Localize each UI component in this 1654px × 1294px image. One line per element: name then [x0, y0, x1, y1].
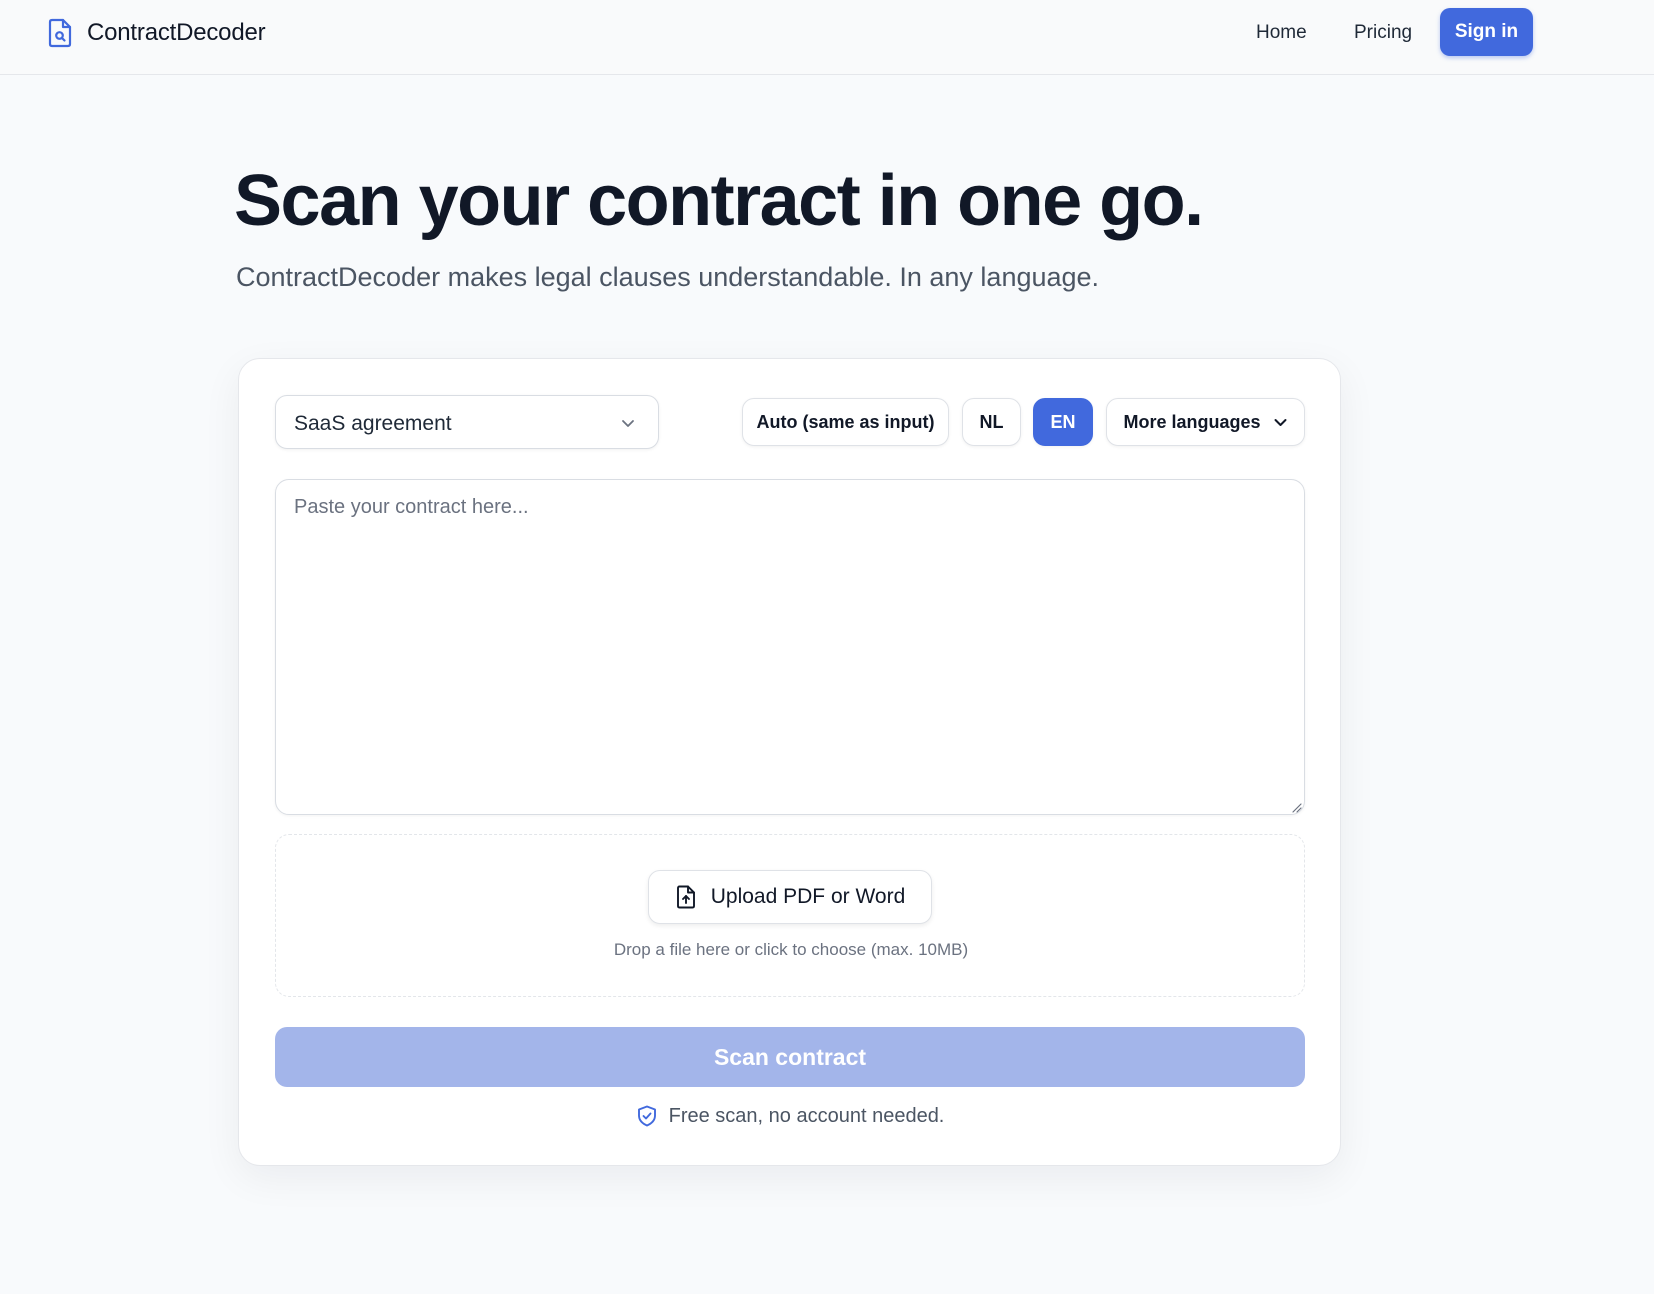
chevron-down-icon — [622, 420, 634, 427]
contract-text-input[interactable] — [275, 479, 1305, 815]
sign-in-button[interactable]: Sign in — [1440, 8, 1533, 56]
free-scan-text: Free scan, no account needed. — [668, 1104, 945, 1127]
nav-link-pricing[interactable]: Pricing — [1354, 20, 1412, 46]
file-dropzone[interactable]: Upload PDF or Word Drop a file here or c… — [275, 834, 1305, 997]
language-option-en[interactable]: EN — [1033, 398, 1093, 446]
brand-logo-link[interactable]: ContractDecoder — [47, 17, 266, 49]
more-languages-label: More languages — [1123, 411, 1261, 432]
scan-form-card: SaaS agreement Auto (same as input) NL E… — [238, 358, 1341, 1166]
file-upload-icon — [676, 885, 695, 909]
resize-handle-icon[interactable] — [1290, 801, 1302, 813]
document-search-icon — [48, 18, 72, 48]
scan-contract-button[interactable]: Scan contract — [275, 1027, 1305, 1087]
language-option-auto[interactable]: Auto (same as input) — [742, 398, 949, 446]
brand-name: ContractDecoder — [87, 19, 266, 46]
upload-button-label: Upload PDF or Word — [710, 885, 906, 908]
contract-type-select[interactable]: SaaS agreement — [275, 395, 659, 449]
dropzone-hint: Drop a file here or click to choose (max… — [613, 940, 969, 959]
contract-type-value: SaaS agreement — [294, 412, 452, 435]
shield-check-icon — [637, 1105, 656, 1127]
hero-title: Scan your contract in one go. — [234, 161, 1204, 241]
chevron-down-icon — [1274, 418, 1287, 426]
hero-subtitle: ContractDecoder makes legal clauses unde… — [236, 262, 1100, 292]
more-languages-dropdown[interactable]: More languages — [1106, 398, 1305, 446]
top-navigation-bar: ContractDecoder Home Pricing Sign in — [0, 0, 1654, 75]
nav-link-home[interactable]: Home — [1256, 20, 1307, 46]
upload-file-button[interactable]: Upload PDF or Word — [648, 870, 932, 924]
language-option-nl[interactable]: NL — [962, 398, 1021, 446]
free-scan-note: Free scan, no account needed. — [239, 1101, 1342, 1131]
